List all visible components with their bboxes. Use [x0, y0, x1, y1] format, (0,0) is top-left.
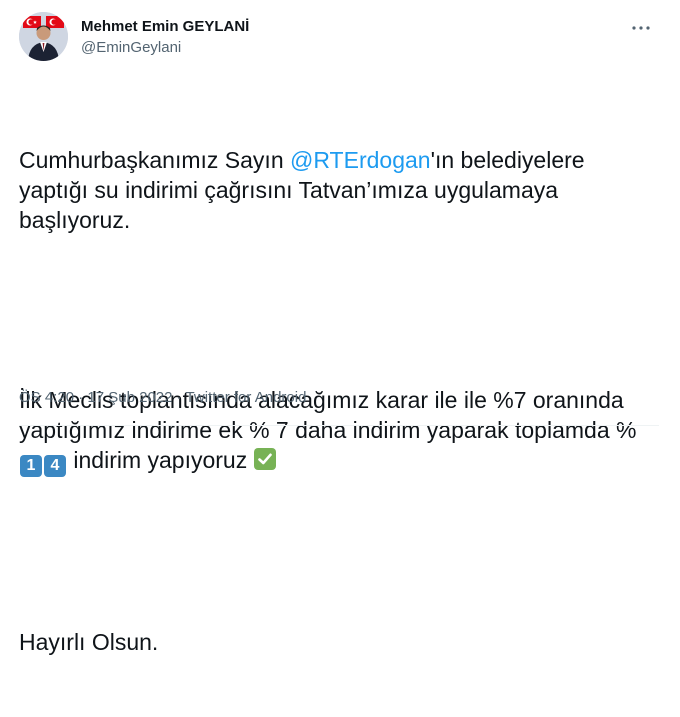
- tweet-paragraph-1: Cumhurbaşkanımız Sayın @RTErdogan'ın bel…: [19, 145, 659, 235]
- keycap-digit-icon: 4: [44, 455, 66, 477]
- text-segment: indirim yapıyoruz: [67, 447, 254, 473]
- keycap-digit-icon: 1: [20, 455, 42, 477]
- tweet-meta: ÖS 4:20 · 17 Şub 2022 · Twitter for Andr…: [19, 388, 306, 407]
- tweet: Mehmet Emin GEYLANİ @EminGeylani Cumhurb…: [0, 0, 680, 655]
- more-icon: [632, 26, 650, 30]
- avatar[interactable]: [19, 12, 68, 61]
- divider: [19, 425, 659, 426]
- more-options-button[interactable]: [627, 14, 655, 42]
- tweet-source[interactable]: Twitter for Android: [186, 389, 307, 406]
- author-name[interactable]: Mehmet Emin GEYLANİ: [81, 17, 249, 36]
- check-mark-icon: [253, 448, 276, 470]
- tweet-time[interactable]: ÖS 4:20: [19, 389, 74, 406]
- meta-separator: ·: [74, 389, 88, 406]
- meta-separator: ·: [172, 389, 186, 406]
- tweet-date[interactable]: 17 Şub 2022: [87, 389, 172, 406]
- text-segment: Cumhurbaşkanımız Sayın: [19, 147, 291, 173]
- mention-link[interactable]: @RTErdogan: [290, 147, 431, 173]
- tweet-paragraph-3: Hayırlı Olsun.: [19, 629, 159, 655]
- author-handle[interactable]: @EminGeylani: [81, 38, 181, 57]
